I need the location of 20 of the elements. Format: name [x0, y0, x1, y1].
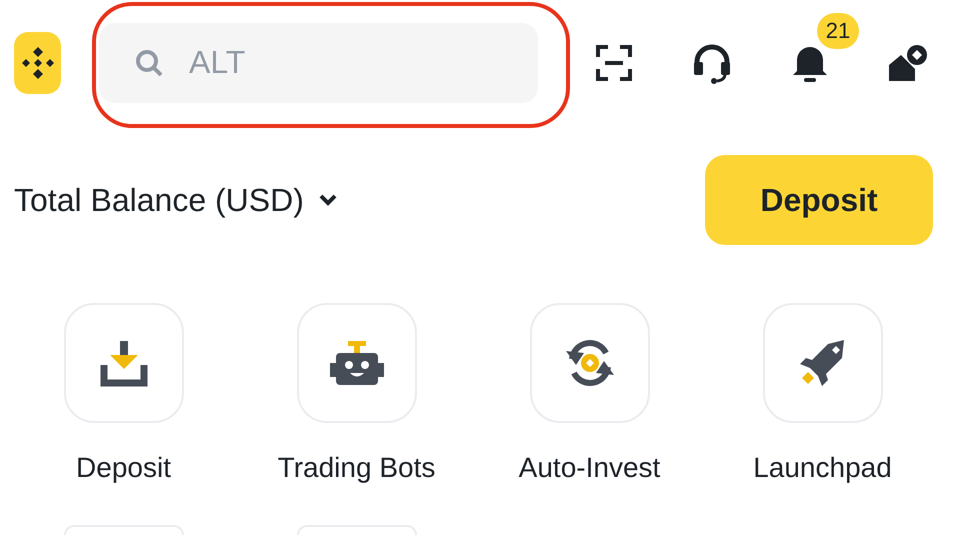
shortcut-label: Launchpad: [753, 451, 892, 485]
shortcut-label: Auto-Invest: [518, 451, 660, 485]
app-logo[interactable]: [14, 32, 61, 94]
shortcut-tile[interactable]: [762, 303, 882, 423]
cycle-coin-icon: [564, 337, 616, 389]
chevron-down-icon[interactable]: [318, 193, 338, 207]
scan-icon[interactable]: [596, 44, 632, 80]
download-tray-icon: [100, 339, 148, 387]
notification-badge: 21: [817, 12, 859, 48]
search-field[interactable]: ALT: [99, 22, 538, 102]
shortcut-label: Deposit: [76, 451, 171, 485]
balance-label: Total Balance (USD): [14, 181, 304, 220]
shortcut-tile[interactable]: [296, 303, 416, 423]
shortcut-label: Trading Bots: [278, 451, 436, 485]
robot-icon: [330, 339, 384, 387]
headset-icon[interactable]: [692, 42, 732, 84]
shortcut-tile[interactable]: [64, 303, 184, 423]
user-badge-icon[interactable]: [887, 42, 929, 82]
deposit-button[interactable]: Deposit: [705, 155, 933, 245]
shortcut-tile[interactable]: [530, 303, 650, 423]
